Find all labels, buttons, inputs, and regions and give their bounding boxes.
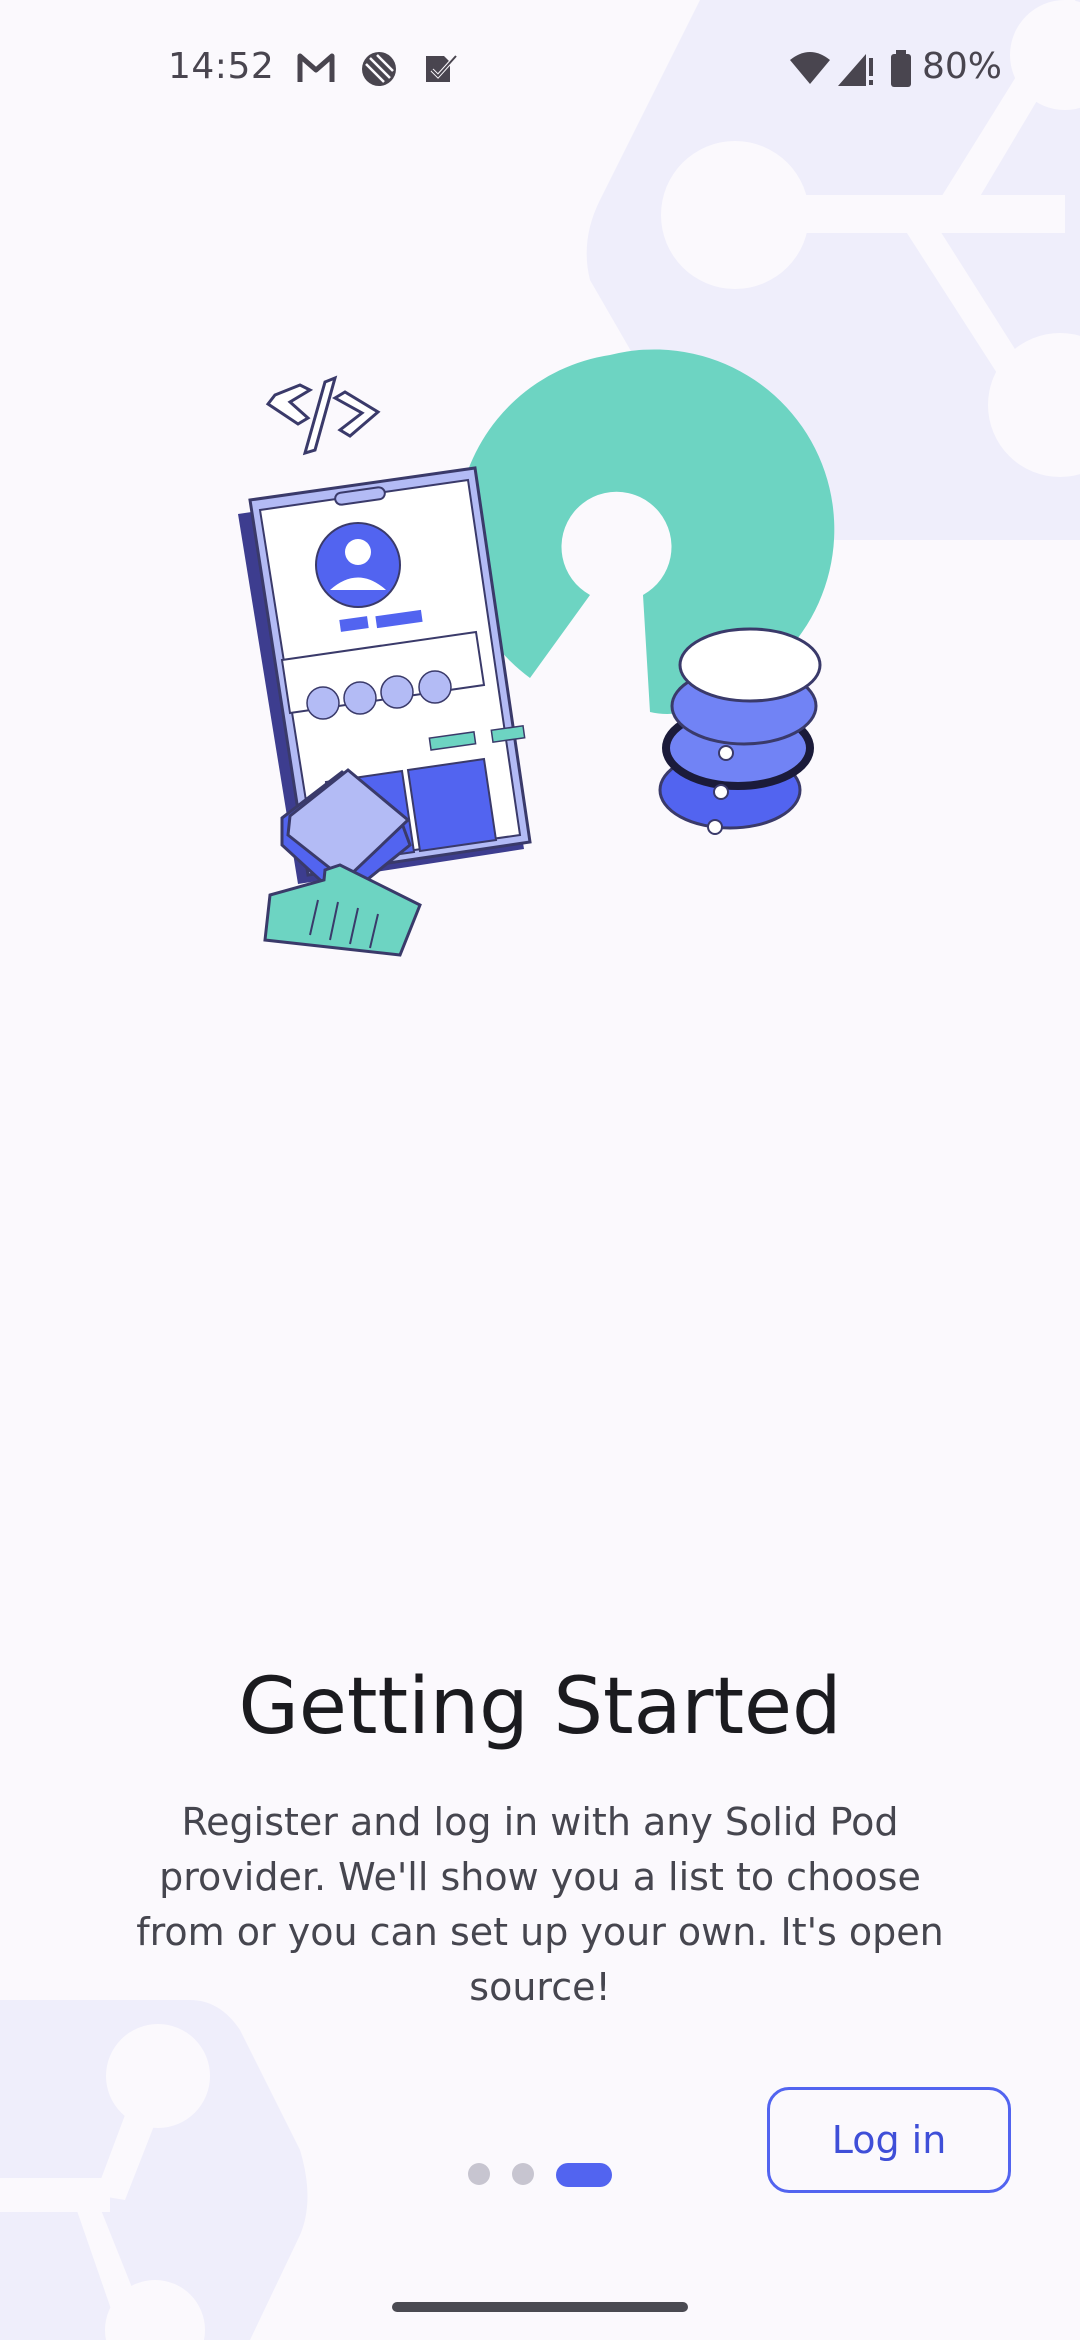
- page-description: Register and log in with any Solid Pod p…: [136, 1800, 944, 2009]
- gmail-icon: [296, 50, 336, 91]
- page-dot-1[interactable]: [468, 2163, 490, 2185]
- page-title: Getting Started: [238, 1662, 842, 1752]
- signal-icon: [836, 50, 876, 93]
- database-graphic: [658, 627, 822, 835]
- page-dot-2[interactable]: [512, 2163, 534, 2185]
- solid-pod-illustration: [238, 349, 835, 957]
- tasks-icon: [422, 50, 460, 93]
- wifi-icon: [788, 50, 832, 91]
- app-icon: [360, 50, 398, 93]
- home-indicator[interactable]: [392, 2302, 688, 2312]
- login-button[interactable]: Log in: [767, 2087, 1011, 2193]
- status-bar: 14:52 80%: [0, 0, 1080, 140]
- page-dot-3-active[interactable]: [556, 2163, 612, 2187]
- code-tag-icon: [265, 375, 381, 456]
- battery-icon: [890, 50, 912, 93]
- status-time: 14:52: [168, 46, 275, 87]
- battery-percent: 80%: [922, 46, 1003, 87]
